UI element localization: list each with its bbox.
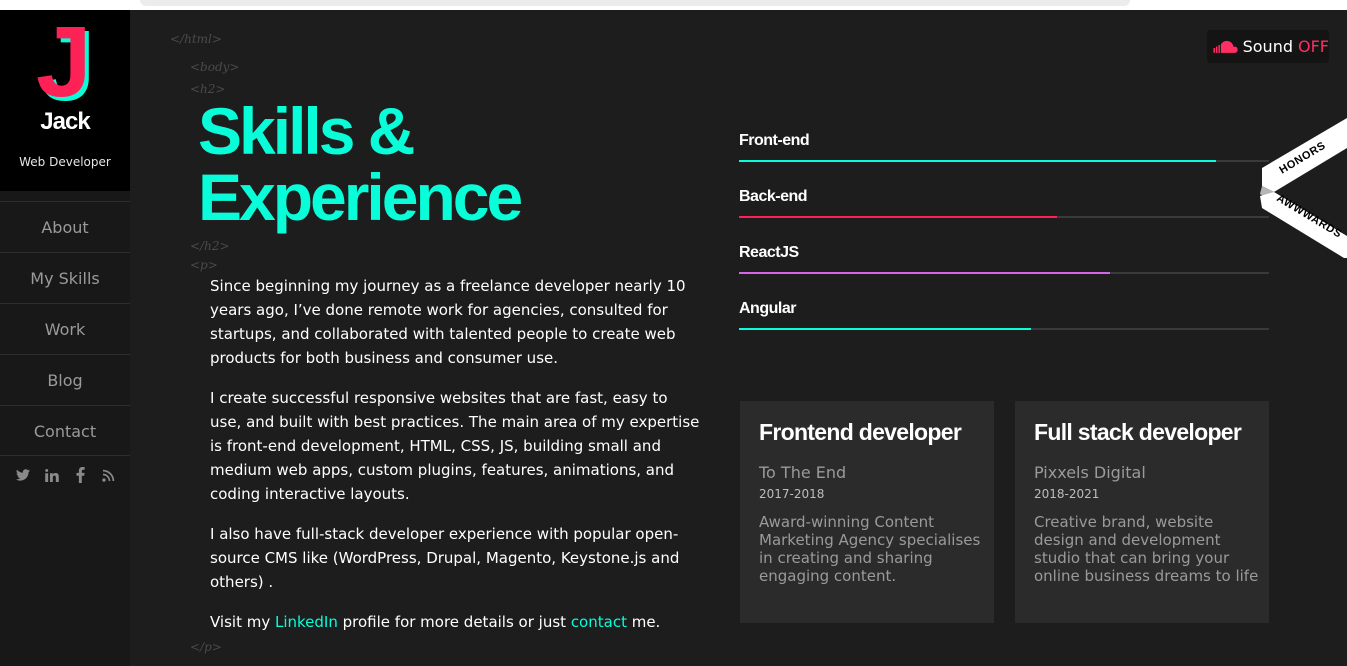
address-bar-edge — [140, 0, 1130, 6]
page-title-line-1: Skills & — [198, 94, 415, 168]
logo-letter-icon: J J — [36, 24, 96, 108]
experience-card-frontend: Frontend developer To The End 2017-2018 … — [740, 401, 994, 623]
browser-top-strip — [0, 0, 1347, 10]
social-links — [14, 466, 118, 484]
skill-track — [739, 328, 1269, 330]
skill-angular: Angular — [739, 300, 1269, 340]
skill-front-end: Front-end — [739, 132, 1269, 172]
me-text: me. — [626, 613, 661, 631]
skill-back-end: Back-end — [739, 188, 1269, 228]
sidebar-nav: About My Skills Work Blog Contact — [0, 201, 130, 456]
p-close-tag: </p> — [190, 640, 222, 654]
sound-toggle-button[interactable]: Sound OFF — [1207, 30, 1329, 63]
visit-text: Visit my — [210, 613, 275, 631]
intro-paragraph-1: Since beginning my journey as a freelanc… — [210, 277, 686, 367]
skill-track — [739, 216, 1269, 218]
profile-text: profile for more details or just — [337, 613, 571, 631]
card-title: Frontend developer — [759, 419, 962, 445]
skill-label: Front-end — [739, 132, 810, 149]
sidebar: J J Jack Web Developer About My Skills W… — [0, 10, 130, 666]
awwwards-ribbon[interactable]: HONORS AWWWARDS — [1258, 118, 1347, 258]
h2-close-tag: </h2> — [190, 239, 230, 253]
skill-label: Back-end — [739, 188, 808, 205]
contact-link[interactable]: contact — [571, 613, 627, 631]
skill-track — [739, 160, 1269, 162]
skill-label: ReactJS — [739, 244, 799, 261]
body-open-tag: <body> — [190, 60, 240, 74]
html-close-tag: </html> — [170, 32, 222, 46]
linkedin-link[interactable]: LinkedIn — [275, 613, 338, 631]
skill-track — [739, 272, 1269, 274]
facebook-icon[interactable] — [71, 466, 89, 484]
skill-label: Angular — [739, 300, 796, 317]
card-description: Creative brand, website design and devel… — [1034, 513, 1259, 585]
sound-label: Sound — [1242, 37, 1293, 56]
card-company: Pixxels Digital — [1034, 463, 1146, 482]
intro-paragraph-2: I create successful responsive websites … — [210, 389, 700, 503]
skill-reactjs: ReactJS — [739, 244, 1269, 284]
intro-paragraph-4: Visit my LinkedIn profile for more detai… — [210, 610, 700, 634]
card-company: To The End — [759, 463, 847, 482]
sidebar-item-contact[interactable]: Contact — [0, 405, 130, 456]
skill-bar-fill — [739, 272, 1110, 274]
card-title: Full stack developer — [1034, 419, 1242, 445]
p-open-tag: <p> — [190, 258, 218, 272]
card-period: 2017-2018 — [759, 487, 825, 501]
skill-bar-fill — [739, 160, 1216, 162]
twitter-icon[interactable] — [14, 466, 32, 484]
skill-bar-fill — [739, 216, 1057, 218]
sound-state: OFF — [1298, 37, 1329, 56]
awwwards-ribbon-icon: HONORS AWWWARDS — [1260, 118, 1347, 258]
sidebar-item-about[interactable]: About — [0, 201, 130, 252]
intro-paragraph-3: I also have full-stack developer experie… — [210, 525, 680, 591]
rss-icon[interactable] — [100, 466, 118, 484]
logo-role: Web Developer — [19, 155, 111, 169]
card-description: Award-winning Content Marketing Agency s… — [759, 513, 981, 585]
linkedin-icon[interactable] — [43, 466, 61, 484]
page-title-line-2: Experience — [198, 160, 523, 234]
experience-card-fullstack: Full stack developer Pixxels Digital 201… — [1015, 401, 1269, 623]
sidebar-item-work[interactable]: Work — [0, 303, 130, 354]
sidebar-item-my-skills[interactable]: My Skills — [0, 252, 130, 303]
skill-bar-fill — [739, 328, 1031, 330]
svg-text:J: J — [36, 24, 92, 108]
logo[interactable]: J J Jack Web Developer — [0, 10, 130, 191]
soundcloud-icon — [1213, 40, 1238, 53]
card-period: 2018-2021 — [1034, 487, 1100, 501]
logo-name: Jack — [40, 108, 90, 135]
page-title: Skills & Experience — [198, 94, 523, 234]
sidebar-item-blog[interactable]: Blog — [0, 354, 130, 405]
